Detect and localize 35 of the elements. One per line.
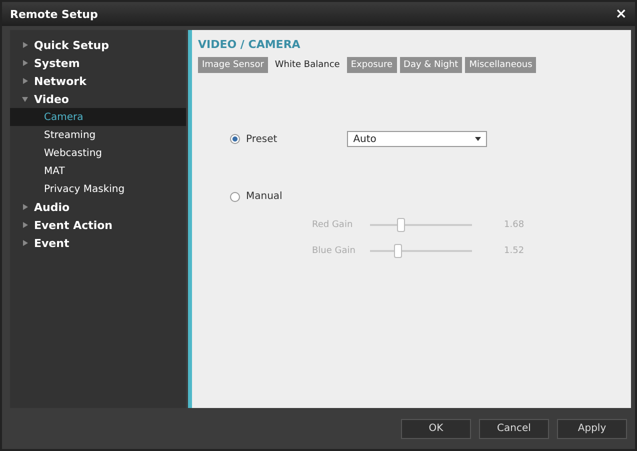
radio-label: Manual bbox=[246, 191, 282, 202]
sidebar-item[interactable]: MAT bbox=[10, 162, 186, 180]
collapsed-arrow-icon bbox=[22, 240, 28, 246]
sidebar-item[interactable]: Video bbox=[10, 90, 186, 108]
collapsed-arrow-icon bbox=[22, 78, 28, 84]
sidebar-item[interactable]: System bbox=[10, 54, 186, 72]
caret-icon bbox=[475, 137, 482, 142]
collapsed-arrow-icon bbox=[22, 60, 28, 66]
sidebar-item[interactable]: Audio bbox=[10, 198, 186, 216]
slider-value: 1.52 bbox=[504, 246, 524, 256]
sidebar-item[interactable]: Event bbox=[10, 234, 186, 252]
slider-label: Blue Gain bbox=[312, 246, 356, 256]
window-title: Remote Setup bbox=[10, 8, 98, 21]
collapsed-arrow-icon bbox=[22, 42, 28, 48]
dialog-button[interactable]: Cancel bbox=[479, 418, 549, 439]
page-heading: VIDEO / CAMERA bbox=[198, 38, 302, 52]
sidebar-item[interactable]: Quick Setup bbox=[10, 36, 186, 54]
slider-label: Red Gain bbox=[312, 220, 354, 230]
collapsed-arrow-icon bbox=[22, 222, 28, 228]
close-button[interactable]: × bbox=[615, 6, 627, 22]
slider-value: 1.68 bbox=[504, 220, 524, 230]
radio-label: Preset bbox=[246, 134, 278, 145]
collapsed-arrow-icon bbox=[22, 204, 28, 210]
preset-dropdown[interactable]: Auto bbox=[347, 131, 488, 148]
dialog-button[interactable]: Apply bbox=[557, 418, 627, 439]
radio-button[interactable] bbox=[230, 192, 240, 202]
expanded-arrow-icon bbox=[22, 96, 28, 102]
sidebar-item[interactable]: Camera bbox=[10, 108, 186, 126]
radio-button[interactable] bbox=[230, 134, 240, 144]
sidebar-item[interactable]: Webcasting bbox=[10, 144, 186, 162]
sidebar-item[interactable]: Streaming bbox=[10, 126, 186, 144]
dialog-button[interactable]: OK bbox=[401, 418, 471, 439]
sidebar-item[interactable]: Event Action bbox=[10, 216, 186, 234]
sidebar-item[interactable]: Network bbox=[10, 72, 186, 90]
sidebar-item[interactable]: Privacy Masking bbox=[10, 180, 186, 198]
